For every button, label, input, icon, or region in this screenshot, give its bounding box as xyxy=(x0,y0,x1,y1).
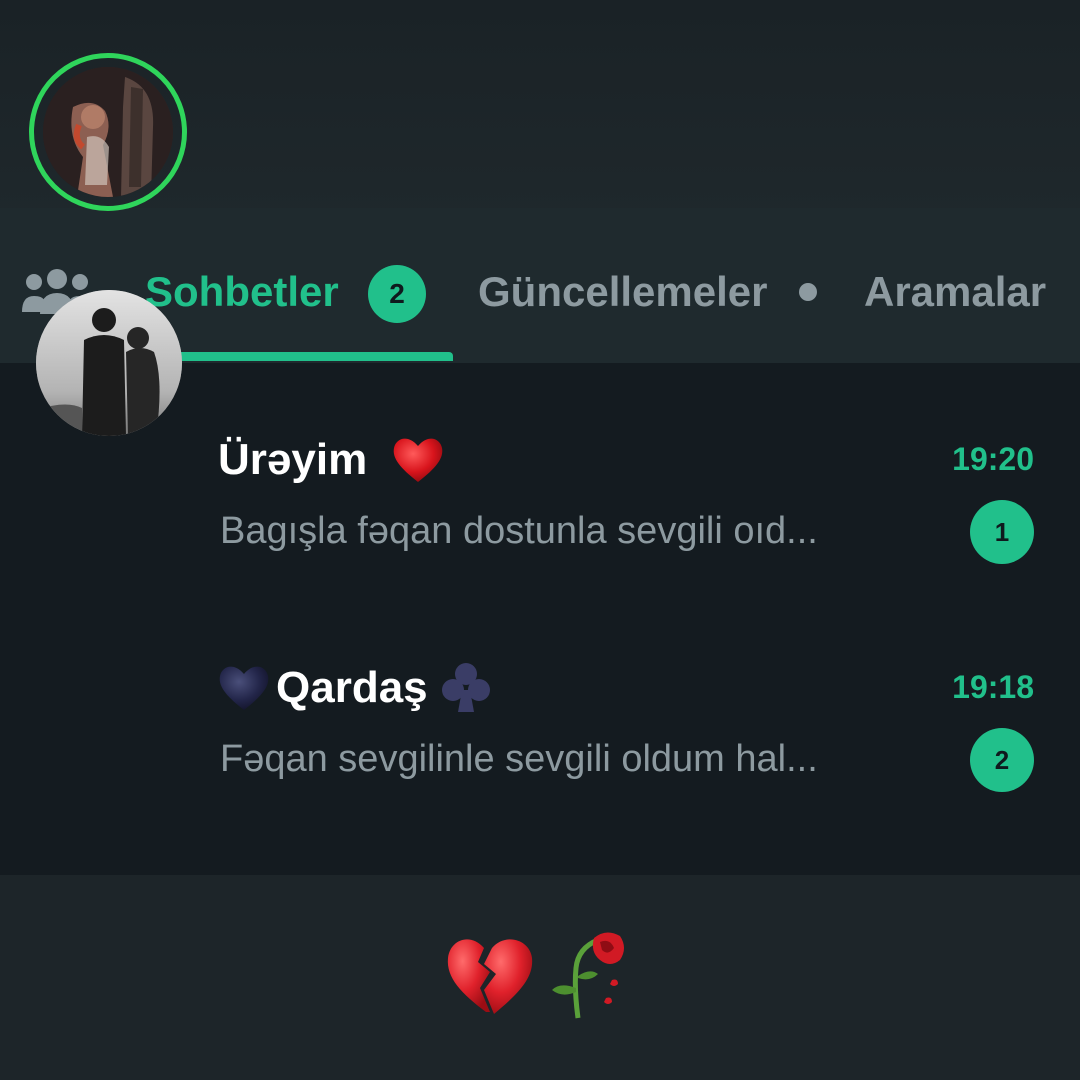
avatar[interactable] xyxy=(36,290,182,436)
message-time: 19:18 xyxy=(952,669,1034,705)
red-heart-icon xyxy=(393,438,443,482)
tab-chats[interactable]: Sohbetler xyxy=(145,266,339,318)
message-preview: Bagışla fəqan dostunla sevgili oıd... xyxy=(220,510,818,552)
chat-row-qardas[interactable] xyxy=(0,591,1080,819)
broken-heart-icon xyxy=(447,939,533,1014)
chat-name: Qardaş xyxy=(276,663,428,712)
tab-chats-badge: 2 xyxy=(368,265,426,323)
club-suit-icon xyxy=(442,663,490,712)
updates-dot-icon xyxy=(799,283,817,301)
app-screen: Sohbetler 2 Güncellemeler Aramalar Ürəyi… xyxy=(0,0,1080,1080)
unread-count-badge: 2 xyxy=(970,728,1034,792)
unread-count-badge: 1 xyxy=(970,500,1034,564)
avatar[interactable] xyxy=(43,67,173,197)
black-heart-icon xyxy=(219,666,269,710)
wilted-rose-icon xyxy=(552,932,624,1019)
message-preview: Fəqan sevgilinle sevgili oldum hal... xyxy=(220,738,818,780)
chat-name: Ürəyim xyxy=(218,435,368,484)
chat-list xyxy=(0,363,1080,875)
tab-calls[interactable]: Aramalar xyxy=(864,266,1046,318)
bottom-area xyxy=(0,875,1080,1080)
tab-updates[interactable]: Güncellemeler xyxy=(478,266,767,318)
message-time: 19:20 xyxy=(952,441,1034,477)
